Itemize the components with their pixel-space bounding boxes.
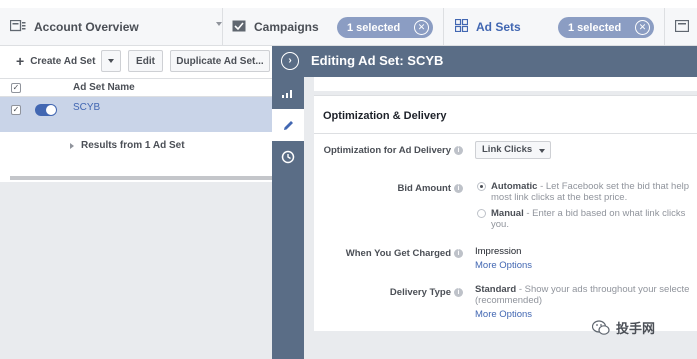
close-icon[interactable]: ✕ — [635, 20, 650, 35]
caret-down-icon — [108, 59, 114, 63]
campaigns-selected-pill[interactable]: 1 selected ✕ — [337, 17, 433, 38]
duplicate-label: Duplicate Ad Set... — [176, 55, 264, 67]
editor-header: › Editing Ad Set: SCYB — [272, 46, 697, 77]
bid-label-row: Bid Amount i — [398, 183, 463, 194]
duplicate-ad-set-button[interactable]: Duplicate Ad Set... — [170, 50, 270, 72]
tab-account-overview-label: Account Overview — [34, 20, 139, 34]
bid-automatic-radio[interactable] — [477, 182, 486, 191]
bid-label: Bid Amount — [397, 183, 451, 194]
tab-divider — [222, 8, 223, 46]
chart-icon[interactable] — [272, 77, 304, 109]
bid-automatic-desc-2: most link clicks at the best price. — [491, 192, 628, 203]
tab-ad-sets[interactable]: Ad Sets — [454, 8, 521, 46]
tab-campaigns[interactable]: Campaigns — [232, 8, 319, 46]
delivery-toggle[interactable] — [35, 104, 57, 116]
bid-manual-desc-1: - Enter a bid based on what link clicks — [523, 208, 686, 219]
bid-manual-title: Manual — [491, 208, 524, 219]
edit-label: Edit — [136, 55, 155, 67]
table-empty-area — [0, 182, 272, 359]
optimization-select[interactable]: Link Clicks — [475, 141, 552, 159]
info-icon[interactable]: i — [454, 287, 463, 297]
bid-manual-radio[interactable] — [477, 209, 486, 218]
optimization-delivery-card: Optimization & Delivery Optimization for… — [314, 95, 697, 331]
info-icon[interactable]: i — [454, 183, 463, 193]
charged-label: When You Get Charged — [345, 248, 451, 259]
results-row: Results from 1 Ad Set — [0, 132, 272, 172]
expand-arrow-icon[interactable] — [70, 143, 74, 149]
wechat-icon — [592, 319, 610, 335]
previous-section-card — [314, 77, 697, 91]
info-icon[interactable]: i — [454, 248, 463, 258]
delivery-desc-1: - Show your ads throughout your selecte — [516, 284, 690, 295]
adsets-selected-label: 1 selected — [568, 21, 622, 34]
tab-account-overview[interactable]: Account Overview — [9, 8, 139, 46]
adsets-grid-icon — [454, 18, 469, 35]
watermark: 投手网 — [592, 318, 655, 337]
create-dropdown-button[interactable] — [101, 50, 121, 72]
editor-side-rail — [272, 77, 304, 359]
table-header: ✓ Ad Set Name — [0, 78, 272, 97]
campaigns-check-icon — [232, 20, 246, 35]
adset-toolbar: + Create Ad Set Edit Duplicate Ad Set... — [0, 46, 272, 76]
delivery-desc-2: (recommended) — [475, 295, 543, 306]
results-label: Results from 1 Ad Set — [81, 140, 185, 151]
ads-icon — [674, 19, 690, 35]
caret-down-icon — [539, 149, 546, 153]
delivery-text: Standard - Show your ads throughout your… — [475, 284, 689, 306]
select-all-checkbox[interactable]: ✓ — [11, 83, 21, 93]
bid-manual-desc-2: you. — [491, 219, 509, 230]
tab-ad-sets-label: Ad Sets — [476, 20, 521, 34]
close-icon[interactable]: ✕ — [414, 20, 429, 35]
tab-divider — [443, 8, 444, 46]
clock-icon[interactable] — [272, 141, 304, 173]
bid-manual-text: Manual - Enter a bid based on what link … — [491, 208, 685, 230]
optimization-label-row: Optimization for Ad Delivery i — [324, 145, 463, 156]
pencil-icon[interactable] — [272, 109, 304, 141]
account-overview-icon — [9, 19, 26, 35]
top-nav-bar: Account Overview Campaigns 1 selected ✕ … — [0, 8, 697, 46]
row-checkbox[interactable]: ✓ — [11, 105, 21, 115]
horizontal-scrollbar[interactable] — [10, 176, 272, 180]
campaigns-selected-label: 1 selected — [347, 21, 401, 34]
tab-ads[interactable] — [674, 8, 697, 46]
table-row[interactable]: ✓ SCYB — [0, 97, 272, 132]
charged-more-options-link[interactable]: More Options — [475, 260, 532, 271]
optimization-label: Optimization for Ad Delivery — [323, 145, 451, 156]
plus-icon: + — [16, 53, 25, 69]
delivery-label: Delivery Type — [389, 287, 451, 298]
tab-campaigns-label: Campaigns — [254, 20, 319, 34]
column-header-ad-set-name[interactable]: Ad Set Name — [73, 82, 135, 93]
charged-label-row: When You Get Charged i — [346, 248, 463, 259]
editor-content: Optimization & Delivery Optimization for… — [304, 77, 697, 359]
create-ad-set-label: Create Ad Set — [30, 55, 96, 67]
bid-automatic-text: Automatic - Let Facebook set the bid tha… — [491, 181, 689, 203]
bid-automatic-title: Automatic — [491, 181, 538, 192]
ad-set-name-link[interactable]: SCYB — [73, 102, 100, 113]
delivery-more-options-link[interactable]: More Options — [475, 309, 532, 320]
edit-button[interactable]: Edit — [128, 50, 163, 72]
adsets-selected-pill[interactable]: 1 selected ✕ — [558, 17, 654, 38]
bid-automatic-desc-1: - Let Facebook set the bid that help — [537, 181, 690, 192]
tab-divider — [664, 8, 665, 46]
section-title: Optimization & Delivery — [323, 110, 447, 122]
optimization-value: Link Clicks — [482, 144, 533, 155]
watermark-text: 投手网 — [616, 321, 656, 336]
charged-value: Impression — [475, 246, 522, 257]
editor-title: Editing Ad Set: SCYB — [311, 53, 444, 68]
collapse-panel-icon[interactable]: › — [281, 52, 299, 70]
divider — [314, 133, 697, 134]
delivery-title: Standard — [475, 284, 517, 295]
delivery-label-row: Delivery Type i — [390, 287, 463, 298]
info-icon[interactable]: i — [454, 145, 463, 155]
